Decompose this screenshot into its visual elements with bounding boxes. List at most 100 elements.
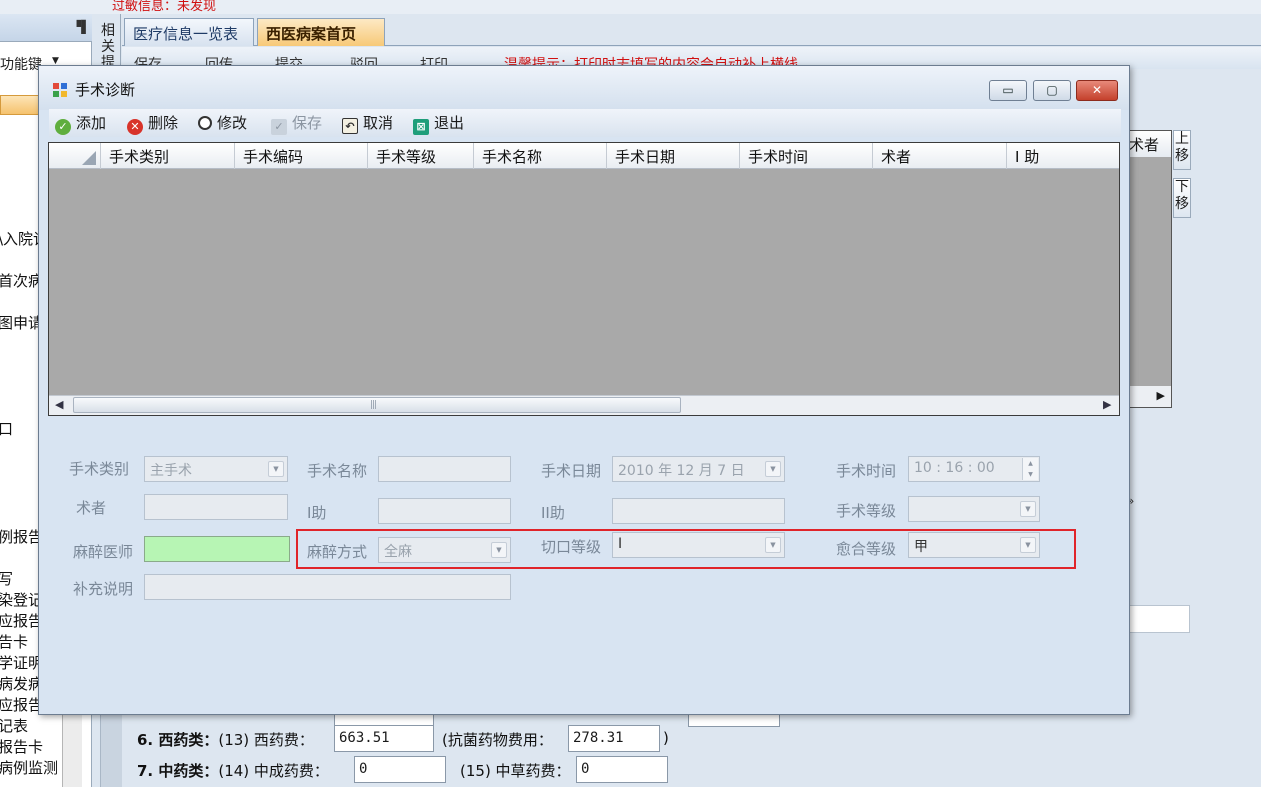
- surgery-date-picker[interactable]: 2010 年 12 月 7 日 ▼: [612, 456, 785, 482]
- tab-case-homepage[interactable]: 西医病案首页: [257, 18, 385, 46]
- chinese-patent-fee-label: (14) 中成药费：: [218, 762, 329, 780]
- maximize-button[interactable]: ▢: [1033, 80, 1071, 101]
- assistant1-field[interactable]: [378, 498, 511, 524]
- bottom-divider: [100, 712, 122, 787]
- pin-icon[interactable]: ▝▌: [72, 20, 90, 34]
- chevron-down-icon[interactable]: ▼: [1020, 501, 1036, 517]
- add-label: 添加: [76, 114, 107, 132]
- herbal-fee-label: (15) 中草药费：: [460, 762, 571, 780]
- antibiotic-close-paren: ): [663, 729, 669, 747]
- edit-button[interactable]: 修改: [198, 112, 247, 134]
- surgery-date-label: 手术日期: [541, 462, 602, 480]
- chevron-down-icon[interactable]: ▼: [765, 461, 781, 477]
- add-button[interactable]: ✓ 添加: [55, 112, 107, 135]
- surgery-date-value: 2010 年 12 月 7 日: [618, 463, 745, 479]
- save-check-icon: ✓: [271, 119, 287, 135]
- check-icon: ✓: [55, 119, 71, 135]
- cancel-icon: ↶: [342, 118, 358, 134]
- surgery-name-field[interactable]: [378, 456, 511, 482]
- notes-label: 补充说明: [73, 580, 134, 598]
- cancel-label: 取消: [363, 114, 394, 132]
- edit-label: 修改: [217, 114, 248, 132]
- background-field[interactable]: [1128, 605, 1190, 633]
- left-nav-item[interactable]: 口: [0, 418, 13, 439]
- surgeon-field[interactable]: [144, 494, 288, 520]
- exit-icon: ⊠: [413, 119, 429, 135]
- chinese-medicine-label: 7. 中药类：(14) 中成药费：: [137, 760, 329, 781]
- left-nav-item[interactable]: 染登记: [0, 589, 43, 610]
- column-header[interactable]: 手术等级: [368, 143, 474, 169]
- grid-corner-selector[interactable]: [49, 143, 101, 169]
- magnifier-icon: [198, 116, 212, 130]
- function-keys-label[interactable]: 功能键: [0, 54, 42, 74]
- column-header[interactable]: 手术日期: [607, 143, 740, 169]
- left-active-tab[interactable]: [0, 95, 40, 115]
- app-window-icon: [53, 83, 67, 97]
- exit-button[interactable]: ⊠ 退出: [413, 112, 465, 135]
- save-label: 保存: [292, 114, 323, 132]
- delete-icon: ✕: [127, 119, 143, 135]
- scroll-left-icon[interactable]: ◀: [55, 398, 63, 411]
- column-header[interactable]: 手术类别: [101, 143, 235, 169]
- delete-button[interactable]: ✕ 删除: [127, 112, 178, 135]
- left-nav-item[interactable]: 图申请: [0, 312, 43, 333]
- dialog-title: 手术诊断: [75, 81, 136, 99]
- left-nav-item[interactable]: 记表: [0, 715, 28, 736]
- assistant2-field[interactable]: [612, 498, 785, 524]
- scroll-right-icon[interactable]: ▶: [1103, 398, 1111, 411]
- left-nav-item[interactable]: 学证明: [0, 652, 43, 673]
- surgery-level-select[interactable]: ▼: [908, 496, 1040, 522]
- scrollbar-grip-icon: |||: [370, 400, 377, 410]
- left-nav-item[interactable]: 告卡: [0, 631, 28, 652]
- antibiotic-fee-label: (抗菌药物费用：: [442, 731, 553, 749]
- spinner-buttons[interactable]: ▲ ▼: [1022, 458, 1038, 480]
- surgery-type-label: 手术类别: [69, 460, 130, 478]
- left-nav-item[interactable]: 应报告: [0, 694, 43, 715]
- surgery-type-select[interactable]: 主手术 ▼: [144, 456, 288, 482]
- tab-medical-info[interactable]: 医疗信息一览表: [124, 18, 254, 46]
- left-nav-item[interactable]: 应报告: [0, 610, 43, 631]
- western-fee-label: (13) 西药费：: [218, 731, 314, 749]
- anesthetist-field[interactable]: [144, 536, 290, 562]
- exit-label: 退出: [434, 114, 465, 132]
- surgeon-label: 术者: [76, 499, 107, 517]
- left-nav-item[interactable]: 报告卡: [0, 736, 43, 757]
- left-nav-item[interactable]: 病发病: [0, 673, 43, 694]
- scrollbar-thumb[interactable]: [73, 397, 681, 413]
- left-scrollbar[interactable]: [62, 705, 82, 787]
- column-header[interactable]: 手术编码: [235, 143, 368, 169]
- column-header[interactable]: 手术名称: [474, 143, 607, 169]
- save-button[interactable]: ✓ 保存: [271, 112, 323, 135]
- column-header[interactable]: I 助: [1007, 143, 1119, 169]
- herbal-fee-input[interactable]: 0: [576, 756, 668, 783]
- column-header[interactable]: 术者: [873, 143, 1007, 169]
- surgery-level-label: 手术等级: [836, 502, 897, 520]
- surgery-diagnosis-dialog: 手术诊断 ▭ ▢ ✕ ✓ 添加 ✕ 删除 修改 ✓ 保存 ↶ 取消 ⊠ 退出 手术类别 手…: [38, 65, 1130, 715]
- dialog-titlebar[interactable]: [39, 66, 1129, 110]
- minimize-button[interactable]: ▭: [989, 80, 1027, 101]
- chinese-patent-fee-input[interactable]: 0: [354, 756, 446, 783]
- move-down-button[interactable]: 下移: [1173, 178, 1191, 218]
- column-header[interactable]: 手术时间: [740, 143, 873, 169]
- assistant1-label: I助: [307, 504, 327, 522]
- left-nav-item[interactable]: 例报告: [0, 526, 43, 547]
- left-nav-item[interactable]: 病例监测: [0, 757, 58, 778]
- surgery-type-value: 主手术: [150, 463, 192, 479]
- surgery-time-spinner[interactable]: 10 : 16 : 00 ▲ ▼: [908, 456, 1040, 482]
- assistant2-label: II助: [541, 504, 565, 522]
- antibiotic-fee-input[interactable]: 278.31: [568, 725, 660, 752]
- move-up-button[interactable]: 上移: [1173, 130, 1191, 170]
- anesthetist-label: 麻醉医师: [73, 543, 134, 561]
- western-fee-input[interactable]: 663.51: [334, 725, 434, 752]
- surgery-grid[interactable]: [48, 142, 1120, 416]
- left-nav-item[interactable]: 写: [0, 568, 13, 589]
- cancel-button[interactable]: ↶ 取消: [342, 112, 393, 134]
- chevron-down-icon[interactable]: ▼: [268, 461, 284, 477]
- spin-up-icon[interactable]: ▲: [1023, 458, 1038, 469]
- surgery-time-value: 10 : 16 : 00: [914, 460, 995, 476]
- notes-field[interactable]: [144, 574, 511, 600]
- spin-down-icon[interactable]: ▼: [1023, 469, 1038, 480]
- close-button[interactable]: ✕: [1076, 80, 1118, 101]
- left-nav-item[interactable]: 首次病: [0, 270, 43, 291]
- surgery-name-label: 手术名称: [307, 462, 368, 480]
